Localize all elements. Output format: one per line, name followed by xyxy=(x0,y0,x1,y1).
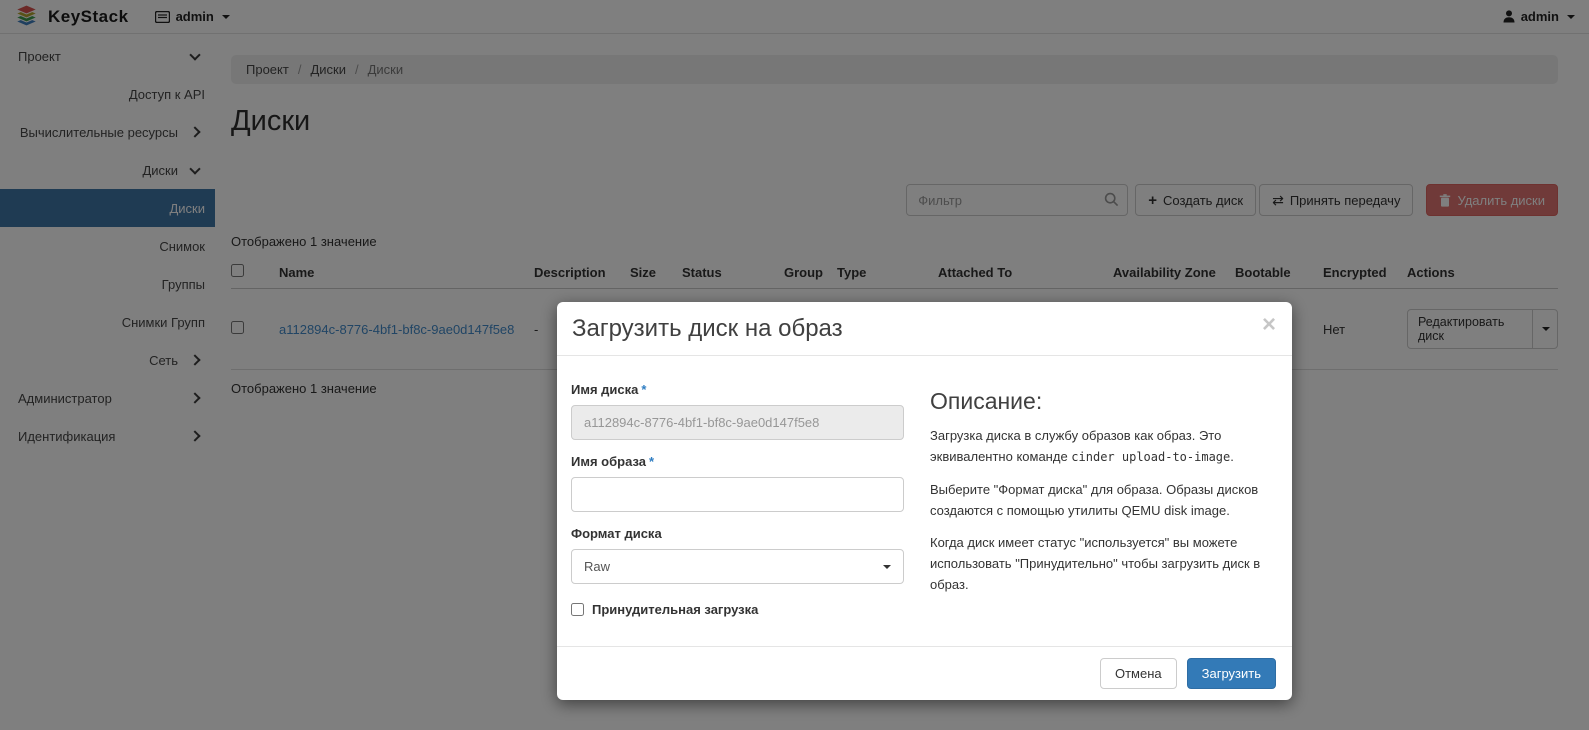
description-paragraph-1: Загрузка диска в службу образов как обра… xyxy=(930,425,1277,468)
upload-submit-button[interactable]: Загрузить xyxy=(1187,658,1276,689)
disk-format-selected-value: Raw xyxy=(584,559,610,574)
modal-title: Загрузить диск на образ xyxy=(572,315,843,343)
modal-header: Загрузить диск на образ × xyxy=(557,302,1292,356)
required-asterisk: * xyxy=(649,454,654,469)
disk-format-select[interactable]: Raw xyxy=(571,549,904,584)
modal-footer: Отмена Загрузить xyxy=(557,646,1292,700)
description-paragraph-2: Выберите "Формат диска" для образа. Обра… xyxy=(930,479,1277,521)
disk-name-field xyxy=(571,405,904,440)
image-name-field[interactable] xyxy=(571,477,904,512)
description-heading: Описание: xyxy=(930,388,1277,415)
modal-description-panel: Описание: Загрузка диска в службу образо… xyxy=(930,382,1277,617)
upload-form: Имя диска* Имя образа* Формат диска Raw … xyxy=(571,382,904,617)
upload-to-image-modal: Загрузить диск на образ × Имя диска* Имя… xyxy=(557,302,1292,700)
cancel-button[interactable]: Отмена xyxy=(1100,658,1177,689)
modal-body: Имя диска* Имя образа* Формат диска Raw … xyxy=(557,356,1292,617)
select-caret-icon xyxy=(883,565,891,569)
force-upload-row: Принудительная загрузка xyxy=(571,602,904,617)
required-asterisk: * xyxy=(641,382,646,397)
description-paragraph-3: Когда диск имеет статус "используется" в… xyxy=(930,532,1277,595)
force-upload-label: Принудительная загрузка xyxy=(592,602,758,617)
image-name-label: Имя образа* xyxy=(571,454,904,469)
force-upload-checkbox[interactable] xyxy=(571,603,584,616)
close-icon[interactable]: × xyxy=(1262,315,1276,335)
cli-command: cinder upload-to-image xyxy=(1071,450,1230,464)
disk-name-label: Имя диска* xyxy=(571,382,904,397)
disk-format-label: Формат диска xyxy=(571,526,904,541)
